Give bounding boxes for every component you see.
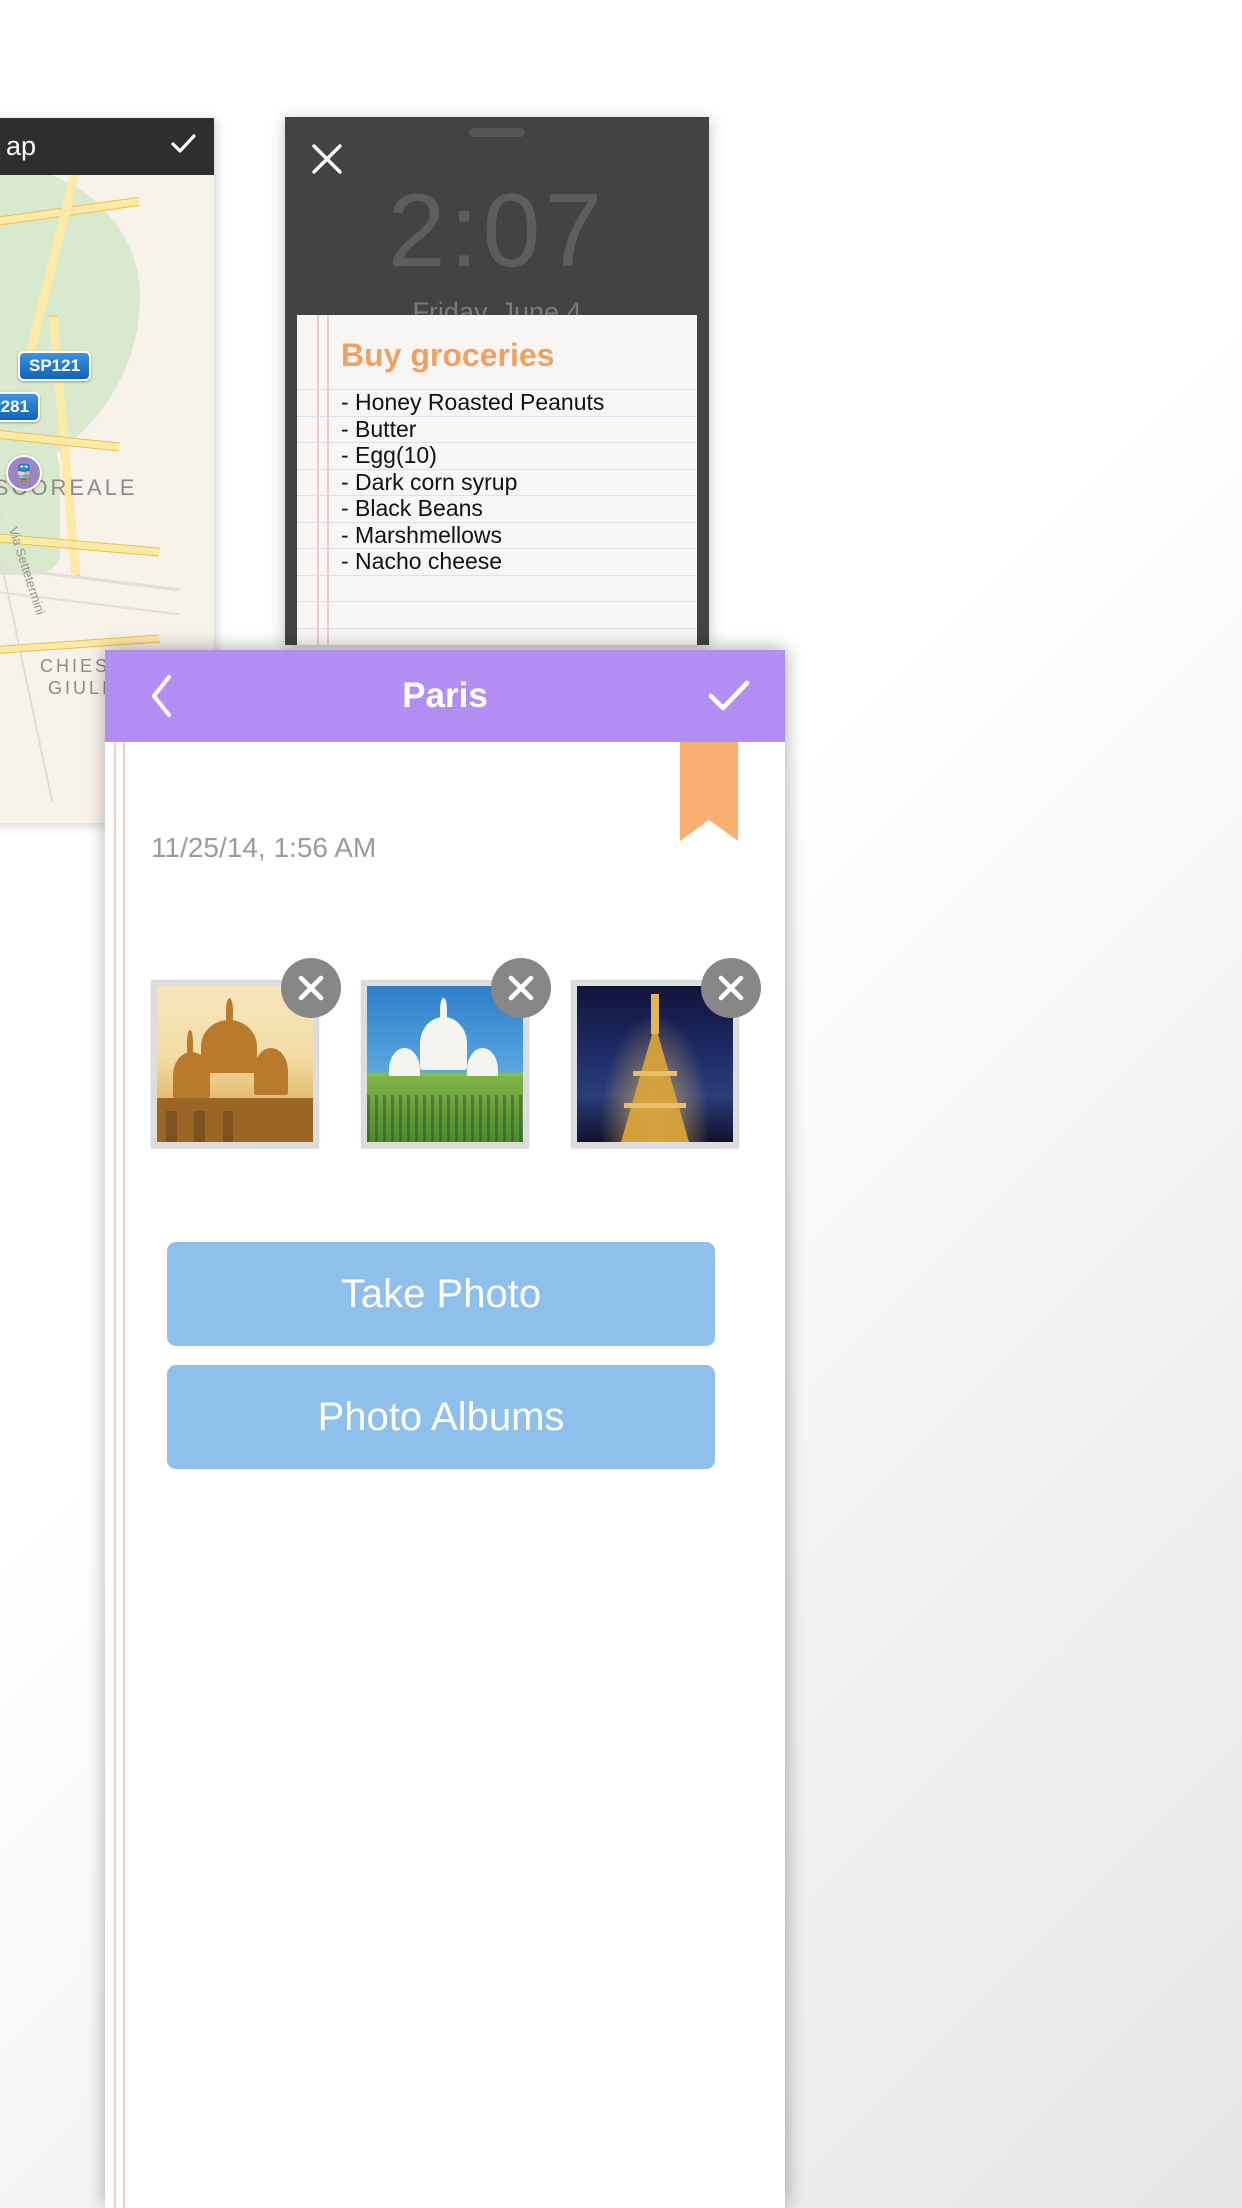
lockscreen-note-widget: 2:07 Friday, June 4 Buy groceries - Hone… xyxy=(285,117,709,645)
note-item: - Egg(10) xyxy=(297,442,697,469)
paper-margin-line xyxy=(114,742,116,2208)
check-icon[interactable] xyxy=(703,670,755,722)
photo-thumbnail-row xyxy=(151,980,739,1148)
paris-header-bar: Paris xyxy=(105,650,785,742)
note-item: - Butter xyxy=(297,416,697,443)
note-item: - Dark corn syrup xyxy=(297,469,697,496)
map-title: ap xyxy=(6,131,36,162)
road-shield-sp121: SP121 xyxy=(18,351,91,381)
chevron-left-icon[interactable] xyxy=(135,670,187,722)
photo-thumbnail-item[interactable] xyxy=(151,980,319,1148)
photo-action-buttons: Take Photo Photo Albums xyxy=(167,1242,715,1488)
ribbon-bookmark[interactable] xyxy=(680,742,738,820)
note-item: - Marshmellows xyxy=(297,522,697,549)
note-item xyxy=(297,628,697,646)
map-topbar: ap xyxy=(0,118,214,175)
photo-albums-button[interactable]: Photo Albums xyxy=(167,1365,715,1469)
note-item xyxy=(297,601,697,628)
paris-note-body: 11/25/14, 1:56 AM xyxy=(105,742,785,2208)
close-icon[interactable] xyxy=(305,137,349,181)
paris-note-screen: Paris 11/25/14, 1:56 AM xyxy=(105,650,785,2208)
note-timestamp: 11/25/14, 1:56 AM xyxy=(151,832,376,864)
note-item: - Honey Roasted Peanuts xyxy=(297,389,697,416)
close-circle-icon[interactable] xyxy=(281,958,341,1018)
note-preview[interactable]: Buy groceries - Honey Roasted Peanuts - … xyxy=(297,315,697,645)
train-station-icon: 🚆 xyxy=(6,455,42,491)
close-circle-icon[interactable] xyxy=(491,958,551,1018)
note-item: - Nacho cheese xyxy=(297,548,697,575)
note-title: Buy groceries xyxy=(341,337,554,374)
note-item xyxy=(297,575,697,602)
lockscreen-time: 2:07 xyxy=(285,179,709,283)
drag-handle[interactable] xyxy=(469,128,525,137)
take-photo-button[interactable]: Take Photo xyxy=(167,1242,715,1346)
page-title: Paris xyxy=(105,676,785,716)
torn-paper-edge xyxy=(297,315,697,326)
photo-thumbnail-item[interactable] xyxy=(571,980,739,1148)
paper-margin-line xyxy=(123,742,125,2208)
check-icon[interactable] xyxy=(168,129,198,165)
photo-thumbnail-item[interactable] xyxy=(361,980,529,1148)
close-circle-icon[interactable] xyxy=(701,958,761,1018)
note-item-list: - Honey Roasted Peanuts - Butter - Egg(1… xyxy=(297,389,697,645)
note-item: - Black Beans xyxy=(297,495,697,522)
road-shield-sp281: SP281 xyxy=(0,392,40,422)
